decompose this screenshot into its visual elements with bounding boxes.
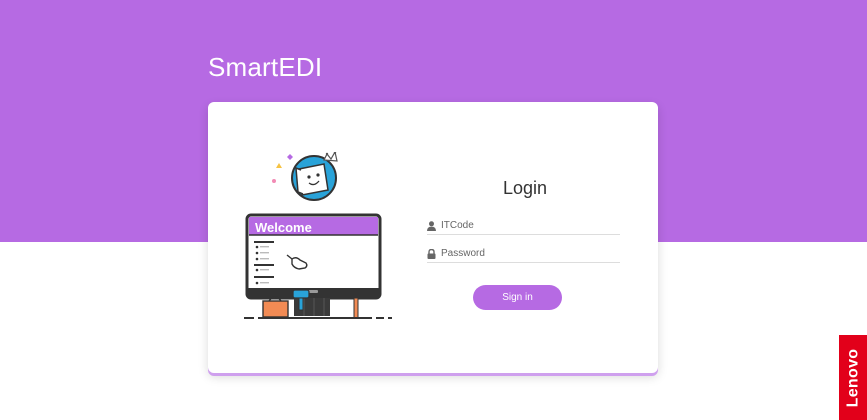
monitor-graphic: Welcome: [245, 213, 382, 300]
itcode-field[interactable]: [427, 217, 620, 235]
package-icon: [262, 296, 289, 318]
password-field[interactable]: [427, 245, 620, 263]
app-title: SmartEDI: [208, 52, 323, 82]
crown-icon: [323, 152, 338, 162]
desk-leg: [353, 297, 359, 319]
face-badge-icon: [291, 155, 337, 201]
user-icon: [427, 220, 437, 232]
lenovo-logo: Lenovo: [839, 335, 867, 420]
illustration-welcome-text: Welcome: [255, 220, 312, 235]
itcode-input[interactable]: [441, 220, 611, 231]
welcome-illustration: Welcome: [244, 152, 392, 319]
lenovo-logo-text: Lenovo: [844, 348, 862, 407]
lock-icon: [427, 248, 437, 260]
sparkle-icon: [272, 154, 293, 183]
login-card: Welcome Login ITCode Sign in: [208, 102, 658, 373]
sign-in-button[interactable]: Sign in: [473, 285, 562, 310]
login-heading: Login: [502, 178, 548, 198]
password-input[interactable]: [441, 248, 611, 259]
